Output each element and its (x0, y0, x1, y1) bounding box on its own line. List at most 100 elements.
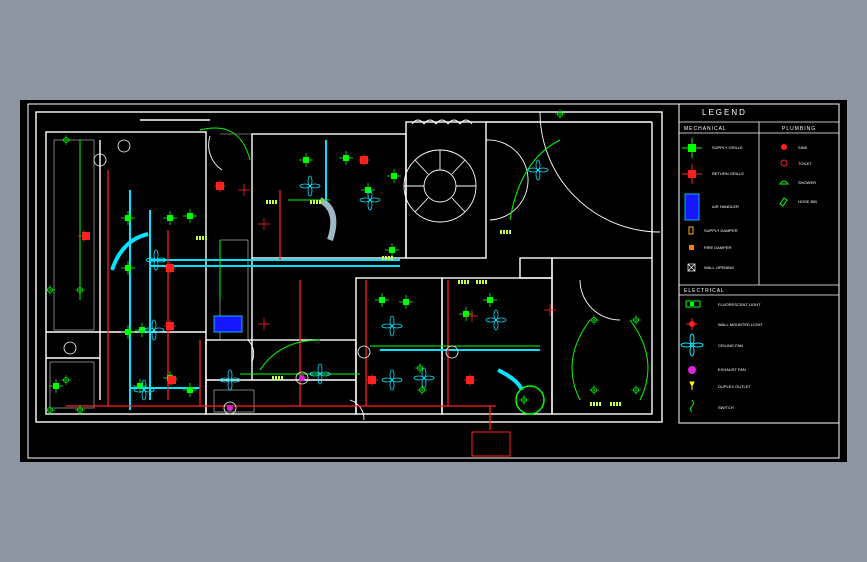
ceiling-fan-mark (369, 197, 381, 203)
switch-mark (593, 402, 595, 406)
exhaust-fan-mark (299, 375, 305, 381)
switch-mark (196, 236, 198, 240)
toilet-icon (780, 159, 788, 167)
switch-mark (199, 236, 201, 240)
legend-plumb-3: HOSE BIB (798, 199, 817, 204)
switch-mark (506, 230, 508, 234)
ceiling-fan-mark (391, 377, 403, 383)
switch-mark (467, 280, 469, 284)
ceiling-fan-mark (527, 167, 539, 173)
fire-damper-icon (689, 245, 694, 250)
fixture-mark (63, 341, 77, 355)
switch-mark (385, 256, 387, 260)
legend: LEGEND MECHANICAL PLUMBING ELECTRICAL SU… (678, 103, 840, 424)
switch-mark (616, 402, 618, 406)
ceiling-fan-mark (537, 167, 549, 173)
switch-mark (476, 280, 478, 284)
switch-mark (485, 280, 487, 284)
floor-plan-drawing: LEGEND MECHANICAL PLUMBING ELECTRICAL SU… (27, 103, 840, 459)
interior-details (49, 133, 255, 413)
legend-plumb-2: SHOWER (798, 180, 816, 185)
ceiling-fan-mark (381, 377, 393, 383)
switch-mark (391, 256, 393, 260)
ceiling-fan-mark (423, 375, 435, 381)
switch-mark (619, 402, 621, 406)
switch-mark (316, 200, 318, 204)
switch-mark (503, 230, 505, 234)
ceiling-fan-mark (381, 323, 393, 329)
switch-mark (202, 236, 204, 240)
fixture-mark (357, 345, 371, 359)
legend-plumb-0: SINK (798, 145, 808, 150)
fixture-mark (117, 139, 131, 153)
ceiling-fan-mark (299, 183, 311, 189)
plan-air-handler (213, 315, 243, 333)
switch-mark (596, 402, 598, 406)
switch-mark (479, 280, 481, 284)
switch-mark (313, 200, 315, 204)
switch-mark (266, 200, 268, 204)
switch-mark (613, 402, 615, 406)
switch-mark (482, 280, 484, 284)
ceiling-fan-icon (680, 333, 704, 357)
ceiling-fan-mark (359, 197, 371, 203)
drawing-canvas: LEGEND MECHANICAL PLUMBING ELECTRICAL SU… (20, 100, 847, 462)
duplex-outlet-icon (689, 381, 695, 390)
supply-damper-icon (688, 226, 694, 235)
sink-icon (781, 144, 787, 150)
switch-mark (461, 280, 463, 284)
hose-bib-icon (779, 197, 788, 207)
legend-elec-0: FLUORESCENT LIGHT (718, 302, 761, 307)
supply-grille-icon (682, 138, 702, 158)
legend-mech-1: RETURN GRILLE (712, 171, 744, 176)
switch-mark (272, 200, 274, 204)
ceiling-fan-mark (309, 183, 321, 189)
switch-mark (464, 280, 466, 284)
switch-mark (269, 200, 271, 204)
switch-icon (690, 399, 694, 413)
legend-mech-5: WALL OPENING (704, 265, 734, 270)
ceiling-fan-mark (485, 317, 497, 323)
switch-mark (272, 376, 274, 380)
switch-mark (500, 230, 502, 234)
switch-mark (382, 256, 384, 260)
legend-elec-2: CEILING FAN (718, 343, 743, 348)
legend-elec-1: WALL MOUNTED LIGHT (718, 322, 763, 327)
switch-mark (388, 256, 390, 260)
switch-mark (319, 200, 321, 204)
switch-mark (610, 402, 612, 406)
service-panel (471, 431, 511, 457)
switch-mark (310, 200, 312, 204)
legend-mech-0: SUPPLY GRILLE (712, 145, 743, 150)
exhaust-fan-icon (688, 366, 696, 374)
mechanical-header: MECHANICAL (684, 126, 727, 132)
legend-mech-3: SUPPLY DAMPER (704, 228, 738, 233)
exhaust-fan-mark (227, 405, 233, 411)
switch-mark (205, 236, 207, 240)
return-grille-icon (682, 164, 702, 184)
legend-plumb-1: TOILET (798, 161, 812, 166)
legend-elec-3: EXHAUST FAN (718, 367, 746, 372)
switch-mark (275, 200, 277, 204)
cad-viewer: LEGEND MECHANICAL PLUMBING ELECTRICAL SU… (0, 0, 867, 562)
switch-mark (275, 376, 277, 380)
switch-mark (599, 402, 601, 406)
air-handler-icon (684, 193, 700, 221)
ceiling-fan-mark (495, 317, 507, 323)
switch-mark (590, 402, 592, 406)
wall-opening-icon (687, 263, 696, 272)
switch-mark (281, 376, 283, 380)
legend-mech-4: FIRE DAMPER (704, 245, 731, 250)
conduit-runs (79, 127, 649, 401)
switch-mark (278, 376, 280, 380)
legend-elec-4: DUPLEX OUTLET (718, 384, 751, 389)
ceiling-fan-mark (413, 375, 425, 381)
ceiling-fan-mark (391, 323, 403, 329)
shower-icon (779, 180, 789, 185)
spiral-stair (403, 119, 477, 223)
electrical-header: ELECTRICAL (684, 288, 725, 294)
legend-title: LEGEND (702, 108, 747, 117)
switch-mark (509, 230, 511, 234)
switch-mark (458, 280, 460, 284)
plumbing-header: PLUMBING (782, 126, 816, 132)
